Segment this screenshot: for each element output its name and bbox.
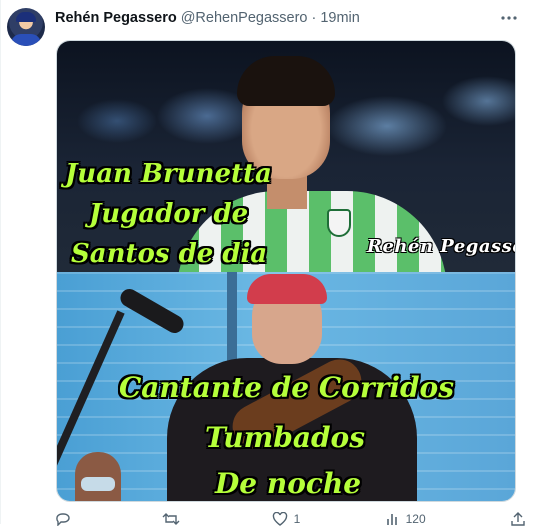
tweet-image[interactable]: Rehén Pegassero Juan Brunetta Jugador de… <box>56 40 516 502</box>
caption-line-6: De noche <box>215 467 362 500</box>
tweet-header: Rehén Pegassero @RehenPegassero · 19min <box>55 9 360 27</box>
club-crest <box>327 209 351 237</box>
tweet[interactable]: Rehén Pegassero @RehenPegassero · 19min … <box>0 0 540 526</box>
author-handle[interactable]: @RehenPegassero <box>181 10 308 26</box>
background-person-mask <box>81 477 115 491</box>
more-icon[interactable] <box>497 8 521 28</box>
caption-line-3: Santos de dia <box>71 239 268 269</box>
caption-line-5: Tumbados <box>205 421 365 454</box>
player-hair <box>237 56 335 106</box>
avatar[interactable] <box>7 8 45 46</box>
avatar-shirt <box>11 34 41 46</box>
author-name[interactable]: Rehén Pegassero <box>55 10 177 26</box>
separator-dot: · <box>311 10 317 26</box>
avatar-cap <box>16 12 36 22</box>
tweet-time[interactable]: 19min <box>320 10 360 26</box>
singer-hair <box>247 274 327 304</box>
microphone <box>117 285 187 337</box>
caption-line-1: Juan Brunetta <box>65 159 272 189</box>
meme-top-panel: Rehén Pegassero <box>57 41 515 291</box>
image-watermark: Rehén Pegassero <box>367 236 515 257</box>
caption-line-2: Jugador de <box>89 199 249 229</box>
caption-line-4: Cantante de Corridos <box>119 371 454 404</box>
